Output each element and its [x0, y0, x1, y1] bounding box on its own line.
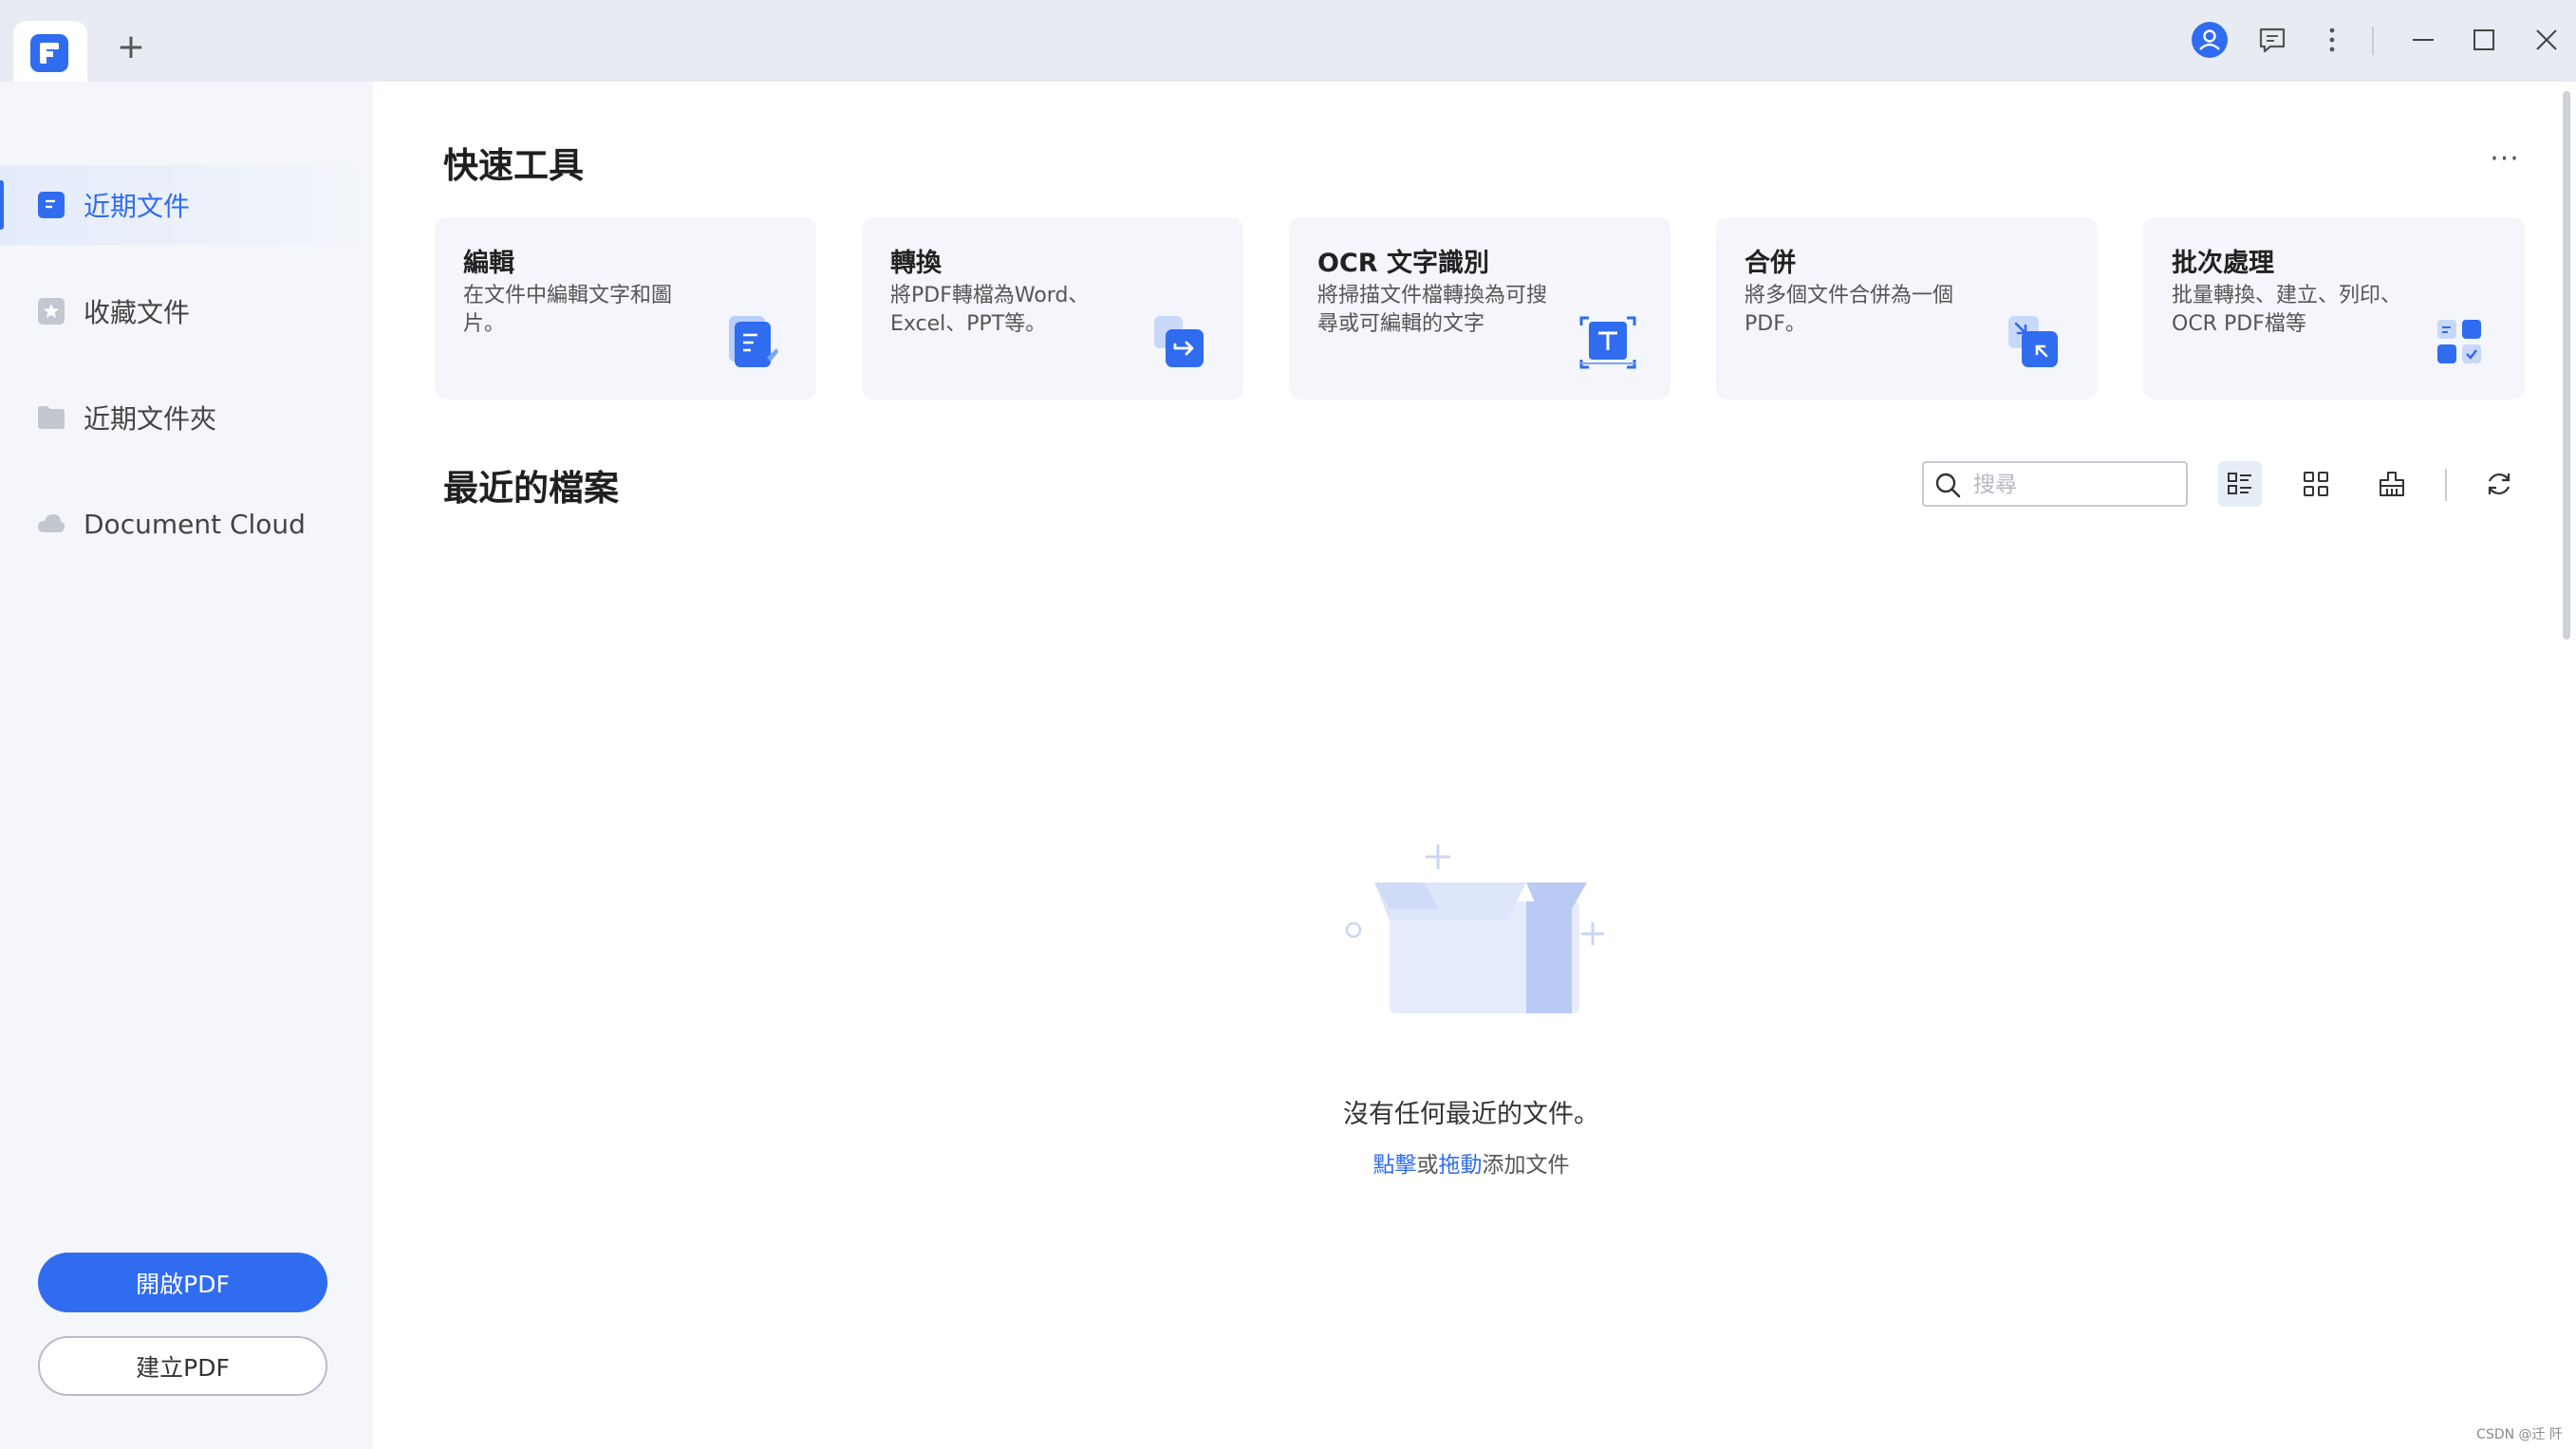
title-bar: +	[0, 0, 2576, 82]
tool-card-desc: 將掃描文件檔轉換為可搜尋或可編輯的文字	[1317, 284, 1548, 336]
app-logo-icon	[30, 34, 68, 72]
sidebar-item-recent-folders[interactable]: 近期文件夾	[0, 378, 373, 457]
sidebar-item-label: Document Cloud	[84, 508, 306, 540]
refresh-button[interactable]	[2477, 461, 2521, 507]
tool-card-ocr[interactable]: OCR 文字識別 將掃描文件檔轉換為可搜尋或可編輯的文字	[1289, 217, 1671, 399]
search-icon	[1935, 473, 1961, 498]
recent-file-icon	[38, 192, 65, 218]
ocr-icon	[1579, 316, 1636, 369]
convert-icon	[1154, 316, 1204, 367]
star-file-icon	[38, 298, 65, 325]
tool-card-title: 批次處理	[2172, 249, 2274, 278]
create-pdf-button[interactable]: 建立PDF	[38, 1336, 327, 1396]
recent-files-title: 最近的檔案	[443, 468, 619, 509]
home-tab[interactable]	[13, 21, 87, 82]
sidebar-item-favorites[interactable]: 收藏文件	[0, 271, 373, 351]
or-text: 或	[1416, 1153, 1439, 1178]
drag-to-add-link[interactable]: 拖動	[1439, 1153, 1483, 1178]
quick-tools-title: 快速工具	[443, 145, 584, 186]
cloud-icon	[38, 514, 65, 532]
list-view-icon	[2228, 473, 2251, 494]
search-input[interactable]	[1973, 469, 2177, 501]
tool-card-desc: 批量轉換、建立、列印、OCR PDF檔等	[2172, 284, 2402, 336]
grid-view-icon	[2304, 472, 2328, 496]
new-tab-button[interactable]: +	[112, 28, 150, 66]
close-icon[interactable]	[2528, 21, 2566, 59]
clear-history-button[interactable]	[2370, 461, 2414, 507]
minimize-icon[interactable]	[2404, 21, 2442, 59]
tool-card-merge[interactable]: 合併 將多個文件合併為一個PDF。	[1716, 217, 2098, 399]
tool-card-title: 合併	[1745, 249, 1796, 278]
batch-icon	[2437, 320, 2481, 363]
empty-action-line: 點擊或拖動添加文件	[1234, 1146, 1708, 1179]
sidebar: 近期文件 收藏文件 近期文件夾 Document Cloud 開啟PDF 建立P…	[0, 82, 373, 1449]
tool-card-convert[interactable]: 轉換 將PDF轉檔為Word、Excel、PPT等。	[862, 217, 1243, 399]
tool-card-title: 轉換	[890, 249, 942, 278]
sidebar-item-label: 收藏文件	[84, 297, 191, 328]
maximize-icon[interactable]	[2465, 21, 2503, 59]
empty-message: 沒有任何最近的文件。	[1343, 1100, 1599, 1129]
tool-card-desc: 將多個文件合併為一個PDF。	[1745, 284, 1954, 336]
sidebar-item-label: 近期文件	[84, 191, 191, 222]
scrollbar[interactable]	[2563, 91, 2570, 640]
tool-card-desc: 在文件中編輯文字和圖片。	[463, 284, 673, 336]
titlebar-divider	[2372, 27, 2374, 55]
sidebar-item-label: 近期文件夾	[84, 403, 217, 435]
folder-icon	[38, 406, 65, 429]
click-to-add-link[interactable]: 點擊	[1373, 1153, 1417, 1178]
empty-box-illustration	[1345, 845, 1604, 1013]
edit-icon	[729, 316, 778, 367]
tool-card-desc: 將PDF轉檔為Word、Excel、PPT等。	[890, 284, 1090, 336]
merge-icon	[2008, 316, 2058, 367]
refresh-icon	[2488, 473, 2511, 495]
broom-icon	[2380, 472, 2404, 496]
sidebar-item-document-cloud[interactable]: Document Cloud	[0, 484, 373, 564]
tool-card-title: 編輯	[463, 249, 514, 278]
toolbar-divider	[2445, 469, 2447, 501]
more-vertical-icon[interactable]	[2313, 21, 2351, 59]
open-pdf-button[interactable]: 開啟PDF	[38, 1253, 327, 1312]
search-box[interactable]	[1922, 461, 2188, 507]
more-horizontal-icon[interactable]: ···	[2483, 145, 2527, 178]
sidebar-item-recent-files[interactable]: 近期文件	[0, 165, 373, 245]
account-icon[interactable]	[2191, 21, 2229, 59]
add-file-text: 添加文件	[1482, 1153, 1570, 1178]
list-view-button[interactable]	[2218, 461, 2262, 507]
tool-card-title: OCR 文字識別	[1317, 249, 1489, 278]
tool-card-edit[interactable]: 編輯 在文件中編輯文字和圖片。	[435, 217, 816, 399]
grid-view-button[interactable]	[2294, 461, 2338, 507]
feedback-icon[interactable]	[2253, 21, 2291, 59]
tool-card-batch[interactable]: 批次處理 批量轉換、建立、列印、OCR PDF檔等	[2143, 217, 2525, 399]
watermark: CSDN @迁 阡	[2476, 1427, 2563, 1442]
